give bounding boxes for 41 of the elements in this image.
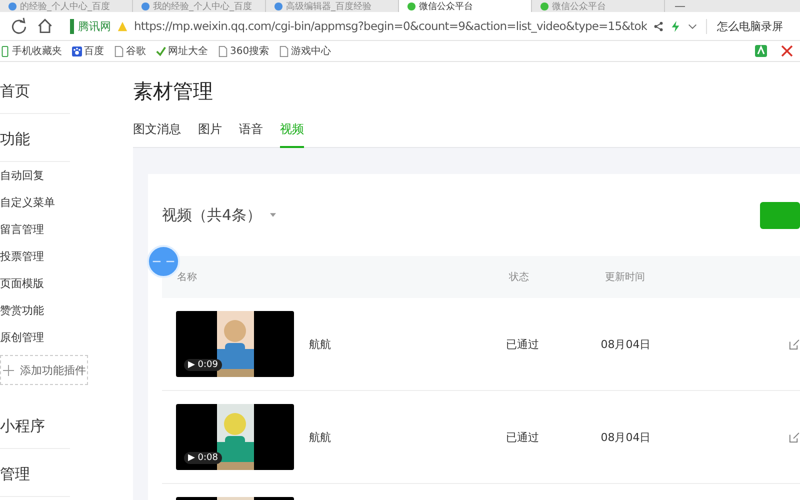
sidebar-heading[interactable]: 管理 bbox=[0, 449, 70, 497]
sidebar-item[interactable]: 原创管理 bbox=[0, 324, 118, 351]
column-header: 状态 bbox=[509, 270, 530, 284]
sidebar-item[interactable]: 自动回复 bbox=[0, 162, 118, 189]
sidebar-item[interactable]: 自定义菜单 bbox=[0, 189, 118, 216]
browser-tab[interactable]: 微信公众平台 bbox=[399, 0, 532, 12]
address-bar[interactable]: 腾讯网 https://mp.weixin.qq.com/cgi-bin/appmsg?begin=0&count=9&action=list_video&type=15&tok bbox=[70, 14, 698, 38]
bookmark[interactable]: 360搜索 bbox=[218, 44, 270, 58]
video-duration: ▶ 0:08 bbox=[184, 452, 222, 464]
video-thumbnail[interactable]: ▶ 0:09 bbox=[176, 311, 294, 377]
video-duration: ▶ 0:09 bbox=[184, 359, 222, 371]
bookmark[interactable]: 游戏中心 bbox=[279, 44, 332, 58]
sidebar-item[interactable]: 页面模版 bbox=[0, 270, 118, 297]
column-header: 名称 bbox=[176, 271, 198, 284]
sidebar-item[interactable]: 赞赏功能 bbox=[0, 297, 118, 324]
sidebar-item[interactable]: 留言管理 bbox=[0, 216, 118, 243]
bookmark[interactable]: 网址大全 bbox=[156, 44, 208, 58]
sidebar-heading[interactable]: 首页 bbox=[0, 62, 70, 114]
status-text: 已通过 bbox=[506, 336, 540, 352]
bookmark[interactable]: 手机收藏夹 bbox=[0, 44, 62, 58]
content-tab[interactable]: 图片 bbox=[198, 117, 222, 148]
url-text: https://mp.weixin.qq.com/cgi-bin/appmsg?begin=0&count=9&action=list_video&type=15&tok bbox=[134, 19, 648, 33]
sidebar-item[interactable]: 投票管理 bbox=[0, 243, 118, 270]
video-name: 航航 bbox=[309, 430, 332, 444]
page-title: 素材管理 bbox=[133, 78, 214, 105]
bookmark[interactable]: 谷歌 bbox=[114, 44, 146, 58]
column-header: 更新时间 bbox=[605, 270, 645, 284]
sidebar-heading[interactable]: 功能 bbox=[0, 114, 70, 162]
search-field[interactable]: 怎么电脑录屏 bbox=[706, 18, 784, 34]
video-name: 航航 bbox=[309, 336, 332, 352]
video-thumbnail[interactable]: ▶ 0:08 bbox=[176, 404, 294, 470]
content-tab[interactable]: 语音 bbox=[239, 117, 263, 148]
add-plugin-button[interactable]: 添加功能插件 bbox=[0, 355, 88, 385]
list-title[interactable]: 视频（共4条） bbox=[162, 206, 262, 224]
status-text: 已通过 bbox=[506, 430, 540, 444]
update-date: 08月04日 bbox=[600, 430, 652, 444]
bookmark[interactable]: 百度 bbox=[72, 44, 104, 58]
site-badge: 腾讯网 bbox=[70, 18, 111, 34]
content-tab[interactable]: 图文消息 bbox=[133, 117, 181, 148]
update-date: 08月04日 bbox=[600, 336, 652, 352]
sidebar-heading[interactable]: 小程序 bbox=[0, 401, 70, 449]
